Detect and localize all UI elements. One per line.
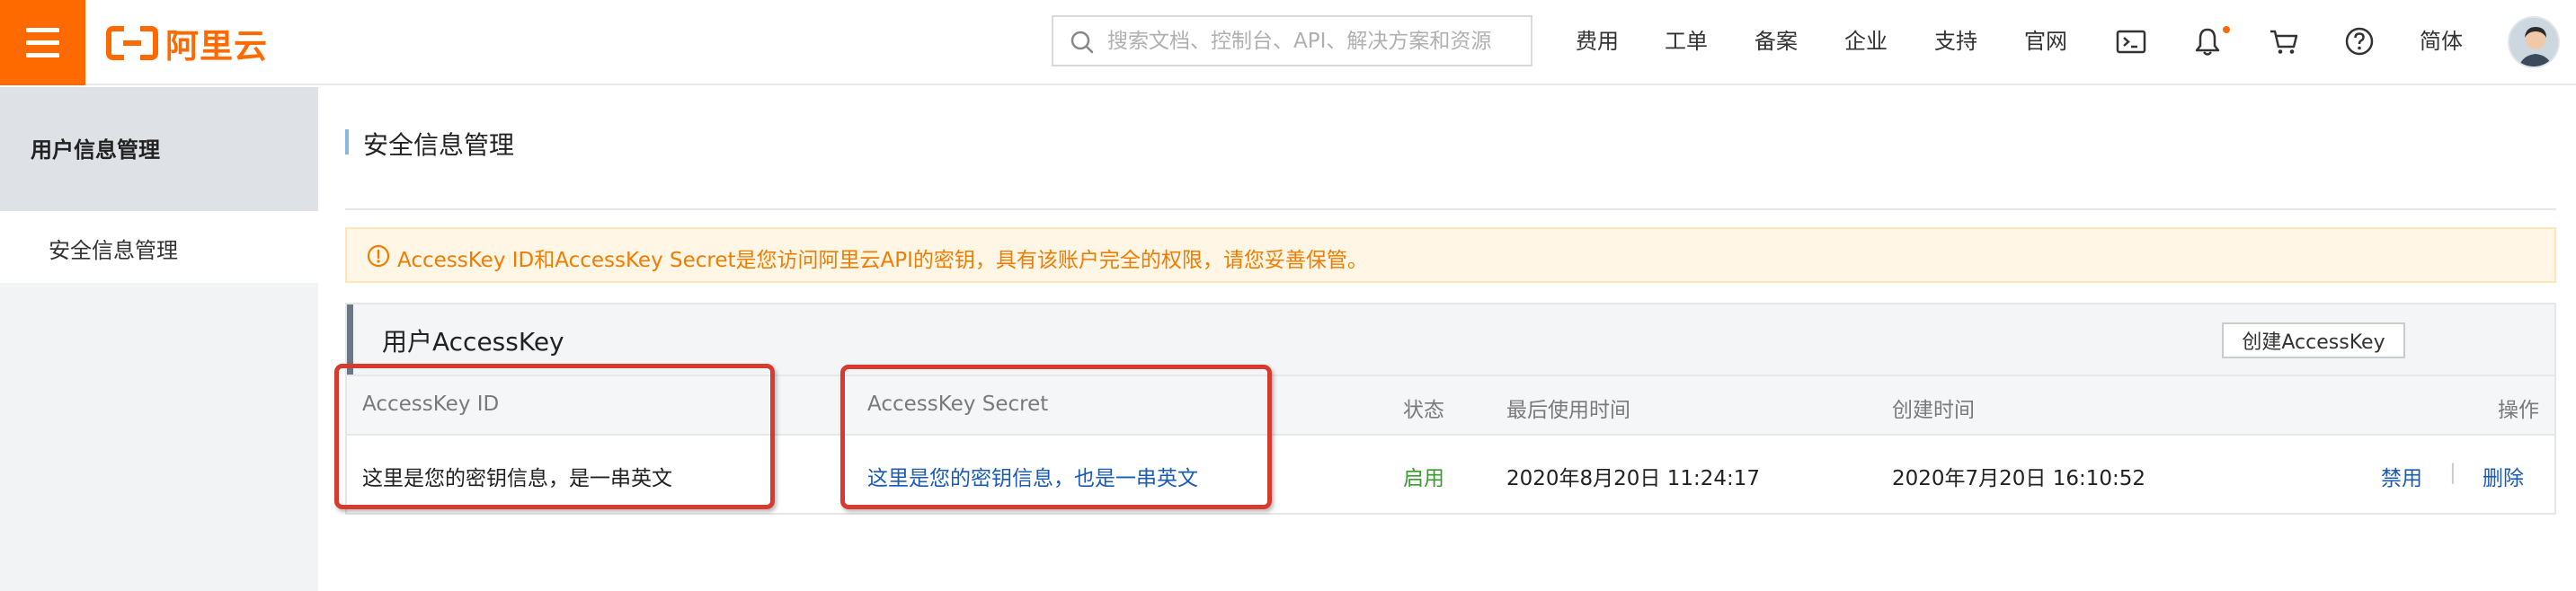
user-avatar-icon [2509, 18, 2558, 66]
disable-link[interactable]: 禁用 [2381, 461, 2422, 491]
highlight-box-accesskey-secret [840, 365, 1272, 509]
column-header-last-used: 最后使用时间 [1506, 399, 1630, 422]
alert-text: AccessKey ID和AccessKey Secret是您访问阿里云API的… [397, 249, 1368, 272]
sidebar-empty-area [0, 283, 318, 591]
status-badge: 启用 [1403, 467, 1444, 490]
sidebar-section-header: 用户信息管理 [0, 87, 318, 211]
warning-circle-icon [367, 244, 390, 268]
column-header-created: 创建时间 [1892, 399, 1975, 422]
search-icon [1070, 31, 1094, 54]
nav-tickets[interactable]: 工单 [1665, 25, 1708, 57]
language-switch[interactable]: 简体 [2420, 25, 2463, 57]
nav-billing[interactable]: 费用 [1576, 25, 1619, 57]
created-time-cell: 2020年7月20日 16:10:52 [1892, 467, 2146, 490]
aliyun-logo[interactable]: 阿里云 [106, 23, 268, 66]
last-used-time-cell: 2020年8月20日 11:24:17 [1506, 467, 1761, 490]
nav-icp-filing[interactable]: 备案 [1754, 25, 1798, 57]
sidebar-item-label: 安全信息管理 [49, 238, 178, 263]
title-accent-bar [345, 129, 349, 154]
delete-link[interactable]: 删除 [2483, 461, 2524, 491]
search-input[interactable] [1107, 24, 1521, 58]
help-icon[interactable] [2343, 25, 2376, 57]
page-title: 安全信息管理 [363, 130, 515, 160]
column-header-status: 状态 [1403, 399, 1444, 422]
panel-title: 用户AccessKey [382, 327, 564, 357]
aliyun-logo-mark-icon [106, 26, 158, 60]
column-header-actions: 操作 [2498, 399, 2539, 422]
cart-icon[interactable] [2268, 25, 2300, 57]
top-navigation-bar: 阿里云 费用 工单 备案 企业 支持 官网 简体 [0, 0, 2576, 85]
highlight-box-accesskey-id [334, 364, 775, 509]
nav-support[interactable]: 支持 [1934, 25, 1977, 57]
notification-dot [2223, 26, 2230, 33]
sidebar-section-title: 用户信息管理 [31, 137, 160, 163]
create-accesskey-button[interactable]: 创建AccessKey [2222, 322, 2405, 358]
terminal-icon[interactable] [2115, 25, 2147, 57]
warning-alert: AccessKey ID和AccessKey Secret是您访问阿里云API的… [345, 227, 2556, 283]
nav-official-site[interactable]: 官网 [2024, 25, 2067, 57]
menu-icon[interactable] [0, 0, 85, 85]
nav-enterprise[interactable]: 企业 [1844, 25, 1888, 57]
avatar[interactable] [2508, 16, 2560, 68]
sidebar: 用户信息管理 安全信息管理 [0, 87, 318, 591]
sidebar-item-security-info[interactable]: 安全信息管理 [0, 211, 318, 283]
action-separator: | [2449, 461, 2456, 484]
logo-text: 阿里云 [165, 27, 268, 66]
global-search[interactable] [1052, 15, 1532, 66]
bell-icon[interactable] [2191, 25, 2224, 57]
divider [345, 208, 2556, 210]
